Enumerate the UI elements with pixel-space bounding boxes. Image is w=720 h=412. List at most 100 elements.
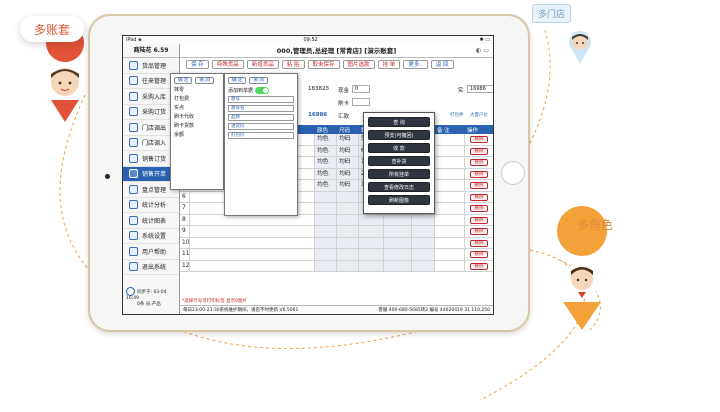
cell-remark[interactable] xyxy=(435,203,465,214)
table-row[interactable]: 10 删除 xyxy=(180,237,493,249)
cell-qty[interactable] xyxy=(359,249,384,260)
cell-remark[interactable] xyxy=(435,180,465,191)
cell-qty[interactable] xyxy=(359,260,384,271)
cell-a[interactable] xyxy=(384,249,412,260)
cell-remark[interactable] xyxy=(435,191,465,202)
cell-size[interactable]: 均码 xyxy=(337,157,359,168)
sidebar-item-0[interactable]: 货品管理 xyxy=(123,58,179,74)
cell-remark[interactable] xyxy=(435,237,465,248)
cell-color[interactable]: 均色 xyxy=(315,145,337,156)
toolbar-button-0[interactable]: 保 存 xyxy=(186,60,209,69)
delete-row-button[interactable]: 删除 xyxy=(470,251,488,258)
popup2-input[interactable]: 品牌 xyxy=(228,114,294,121)
delete-row-button[interactable]: 删除 xyxy=(470,228,488,235)
cell-size[interactable]: 均码 xyxy=(337,168,359,179)
cell-name[interactable] xyxy=(190,249,315,260)
delete-row-button[interactable]: 删除 xyxy=(470,262,488,270)
sync-icon[interactable] xyxy=(126,287,135,296)
popup2-input[interactable]: 打包价 xyxy=(228,132,294,139)
table-row[interactable]: 12 删除 xyxy=(180,260,493,272)
delete-row-button[interactable]: 删除 xyxy=(470,239,488,247)
cell-color[interactable] xyxy=(315,226,337,237)
popup1-field-label[interactable]: 打包费 xyxy=(174,95,220,104)
popup1-field-label[interactable]: 刷卡代收 xyxy=(174,113,220,122)
popup1-field-label[interactable]: 余额 xyxy=(174,131,220,140)
popup2-ok-button[interactable]: 确 定 xyxy=(228,77,247,84)
cell-name[interactable] xyxy=(190,214,315,225)
toolbar-button-5[interactable]: 图片选款 xyxy=(342,60,375,69)
cell-b[interactable] xyxy=(412,260,435,271)
popup2-input[interactable]: 款号 xyxy=(228,96,294,103)
cell-no[interactable]: 10 xyxy=(180,237,190,248)
popup2-input[interactable]: 款号名 xyxy=(228,105,294,112)
more-menu-item-4[interactable]: 所有挂单 xyxy=(368,169,430,179)
cell-color[interactable] xyxy=(315,237,337,248)
cell-a[interactable] xyxy=(384,260,412,271)
table-row[interactable]: 9 删除 xyxy=(180,226,493,238)
cell-size[interactable] xyxy=(337,226,359,237)
delete-row-button[interactable]: 删除 xyxy=(470,170,488,178)
info-actual-value[interactable]: 16986 xyxy=(467,85,493,93)
cell-color[interactable] xyxy=(315,191,337,202)
cell-no[interactable]: 7 xyxy=(180,203,190,214)
delete-row-button[interactable]: 删除 xyxy=(470,136,488,143)
cell-name[interactable] xyxy=(190,237,315,248)
cell-b[interactable] xyxy=(412,237,435,248)
cell-size[interactable] xyxy=(337,214,359,225)
info-card-value[interactable] xyxy=(352,98,370,106)
delete-row-button[interactable]: 删除 xyxy=(470,205,488,212)
more-menu-item-2[interactable]: 收 款 xyxy=(368,143,430,153)
cell-remark[interactable] xyxy=(435,214,465,225)
cell-b[interactable] xyxy=(412,226,435,237)
popup1-ok-button[interactable]: 确 定 xyxy=(174,77,193,84)
cell-color[interactable]: 均色 xyxy=(315,157,337,168)
delete-row-button[interactable]: 删除 xyxy=(470,193,488,201)
more-menu-item-3[interactable]: 查补货 xyxy=(368,156,430,166)
popup1-field-label[interactable]: 实点 xyxy=(174,104,220,113)
cell-a[interactable] xyxy=(384,237,412,248)
cell-no[interactable]: 6 xyxy=(180,191,190,202)
cell-color[interactable]: 均色 xyxy=(315,168,337,179)
toolbar-button-7[interactable]: 更多.. xyxy=(403,60,428,69)
popup1-field-label[interactable]: 抹零 xyxy=(174,86,220,95)
more-menu-item-0[interactable]: 查 询 xyxy=(368,117,430,127)
table-row[interactable]: 11 删除 xyxy=(180,249,493,261)
table-row[interactable]: 8 删除 xyxy=(180,214,493,226)
info-cash-value[interactable]: 0 xyxy=(352,85,370,93)
cell-remark[interactable] xyxy=(435,260,465,271)
cell-size[interactable] xyxy=(337,249,359,260)
cell-no[interactable]: 12 xyxy=(180,260,190,271)
cell-no[interactable]: 9 xyxy=(180,226,190,237)
cell-color[interactable] xyxy=(315,260,337,271)
cell-b[interactable] xyxy=(412,214,435,225)
cell-size[interactable] xyxy=(337,260,359,271)
toolbar-button-2[interactable]: 新增货品 xyxy=(246,60,279,69)
cell-color[interactable] xyxy=(315,214,337,225)
cell-no[interactable]: 8 xyxy=(180,214,190,225)
cell-remark[interactable] xyxy=(435,249,465,260)
cell-a[interactable] xyxy=(384,214,412,225)
popup2-input[interactable]: 进货价 xyxy=(228,123,294,130)
sidebar-item-13[interactable]: 退出系统 xyxy=(123,260,179,275)
popup1-field-label[interactable]: 刷卡货款 xyxy=(174,122,220,131)
cell-remark[interactable] xyxy=(435,157,465,168)
cell-size[interactable]: 均码 xyxy=(337,134,359,145)
delete-row-button[interactable]: 删除 xyxy=(470,147,488,155)
cell-qty[interactable] xyxy=(359,214,384,225)
toolbar-button-1[interactable]: 特殊货品 xyxy=(211,60,244,69)
delete-row-button[interactable]: 删除 xyxy=(470,216,488,224)
cell-size[interactable]: 均码 xyxy=(337,180,359,191)
cell-color[interactable] xyxy=(315,203,337,214)
toolbar-button-8[interactable]: 返 回 xyxy=(430,60,454,69)
toolbar-button-4[interactable]: 取未保存 xyxy=(307,60,340,69)
delete-row-button[interactable]: 删除 xyxy=(470,182,488,189)
cell-remark[interactable] xyxy=(435,226,465,237)
cell-size[interactable] xyxy=(337,237,359,248)
sync-status[interactable]: 同步于: 03-04 16:49 0条 员:产品 xyxy=(126,287,179,308)
cell-size[interactable] xyxy=(337,203,359,214)
sidebar-item-9[interactable]: 统计分析 xyxy=(123,198,179,213)
sidebar-item-11[interactable]: 系统设置 xyxy=(123,229,179,244)
cell-remark[interactable] xyxy=(435,145,465,156)
cell-b[interactable] xyxy=(412,249,435,260)
cell-size[interactable]: 均码 xyxy=(337,145,359,156)
